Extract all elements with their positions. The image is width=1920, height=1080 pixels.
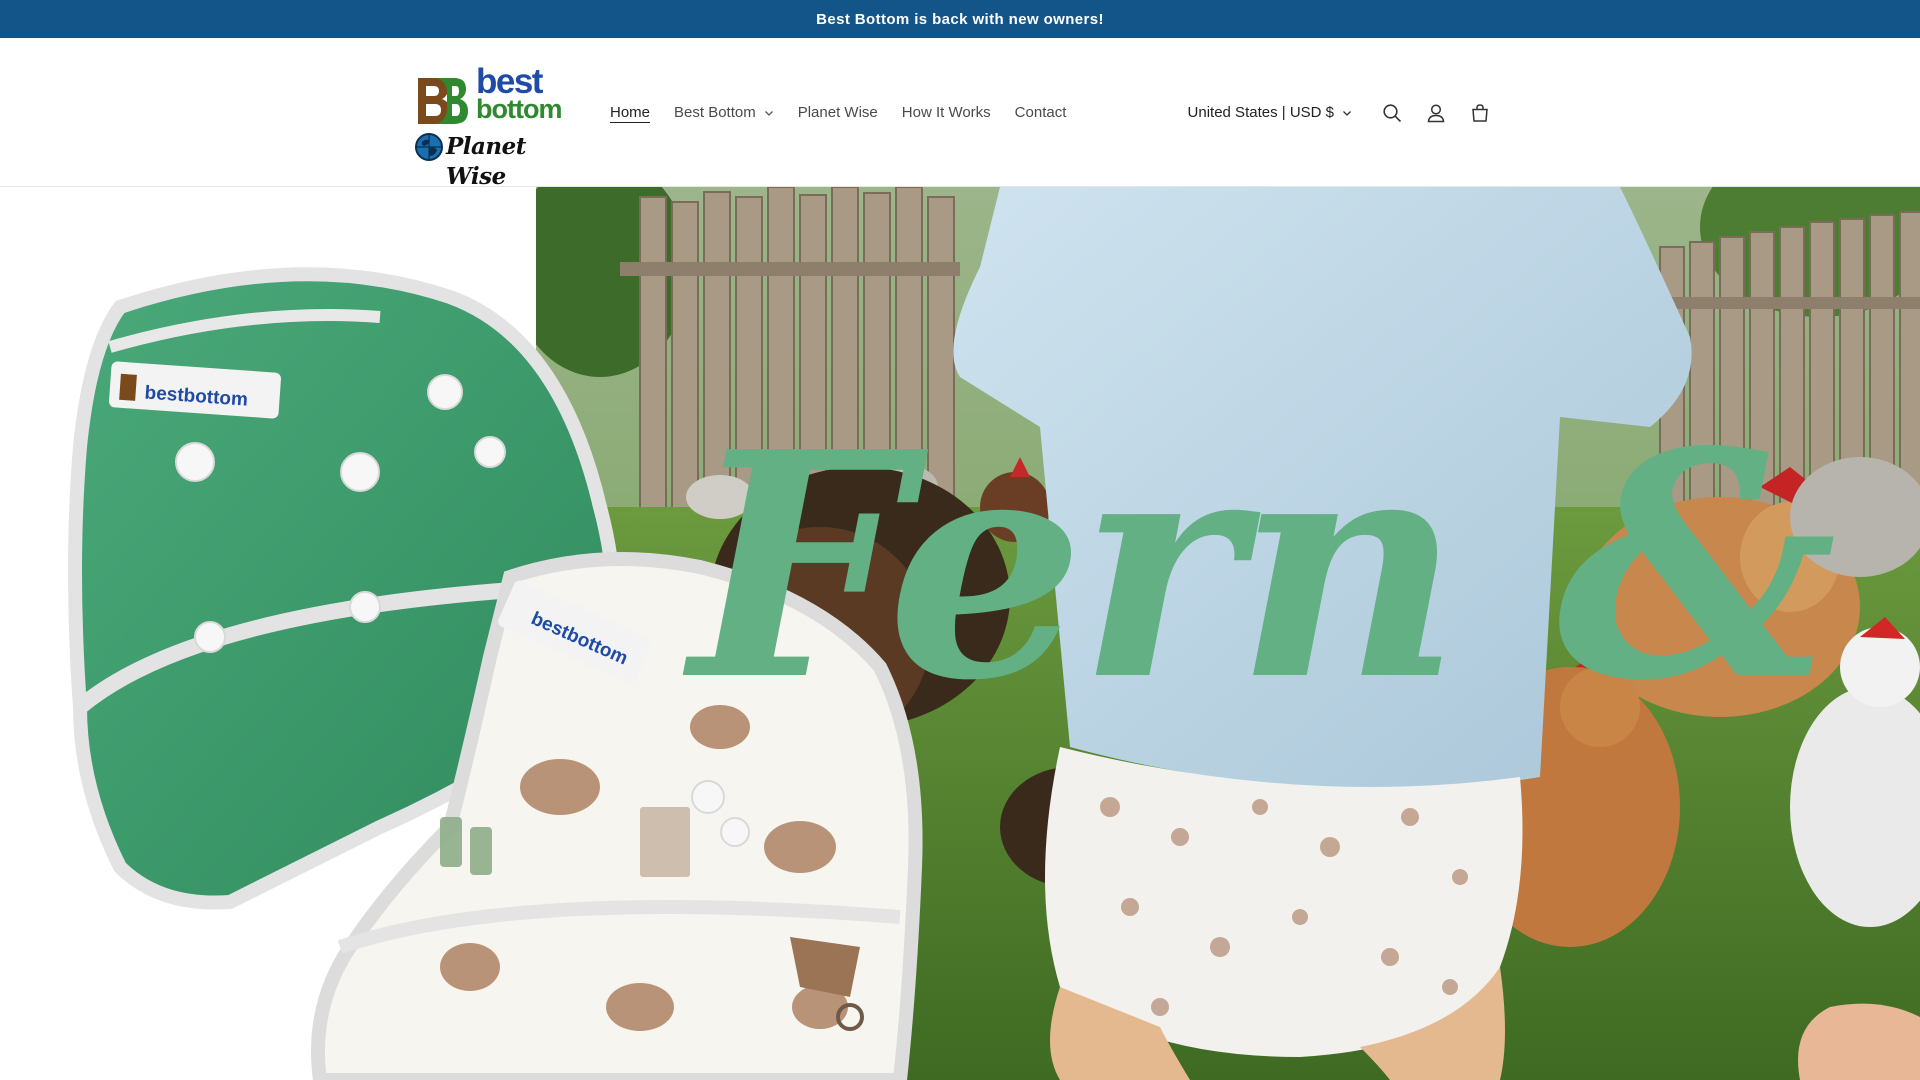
hero-banner[interactable]: bestbottom bestbottom Fern & [0, 187, 1920, 1080]
hero-title: Fern & [690, 385, 1837, 749]
announcement-bar: Best Bottom is back with new owners! [0, 0, 1920, 38]
main-nav: Home Best Bottom Planet Wise How It Work… [598, 38, 1078, 187]
chevron-down-icon [764, 110, 773, 116]
nav-item-label: Planet Wise [797, 104, 878, 121]
account-button[interactable] [1414, 91, 1458, 135]
nav-item-planet-wise[interactable]: Planet Wise [786, 104, 890, 121]
nav-item-label: Contact [1014, 104, 1067, 121]
announcement-text: Best Bottom is back with new owners! [816, 10, 1104, 28]
globe-icon [415, 133, 443, 161]
country-currency-label: United States | USD $ [1187, 104, 1334, 121]
nav-item-label: How It Works [901, 104, 991, 121]
site-logo[interactable]: best bottom Planet Wise [412, 64, 570, 190]
search-button[interactable] [1370, 91, 1414, 135]
logo-text-planet-wise: Planet Wise [446, 133, 526, 190]
logo-b-mark-icon [418, 78, 468, 124]
logo-text-bottom: bottom [476, 94, 562, 124]
nav-item-how-it-works[interactable]: How It Works [890, 104, 1003, 121]
nav-item-best-bottom[interactable]: Best Bottom [662, 104, 786, 121]
account-icon [1427, 103, 1445, 122]
logo-planet-wise: Planet Wise [412, 130, 570, 190]
cart-icon [1472, 103, 1488, 122]
header-utilities: United States | USD $ [1188, 38, 1502, 187]
search-icon [1383, 103, 1402, 122]
nav-item-label: Best Bottom [674, 104, 756, 121]
nav-item-home[interactable]: Home [598, 104, 662, 121]
cart-button[interactable] [1458, 91, 1502, 135]
nav-item-contact[interactable]: Contact [1003, 104, 1079, 121]
nav-item-label: Home [610, 104, 651, 121]
chevron-down-icon [1343, 110, 1351, 116]
site-header: best bottom Planet Wise Home Best Bottom… [0, 38, 1920, 190]
country-currency-selector[interactable]: United States | USD $ [1188, 104, 1352, 121]
logo-best-bottom: best bottom [412, 64, 570, 126]
